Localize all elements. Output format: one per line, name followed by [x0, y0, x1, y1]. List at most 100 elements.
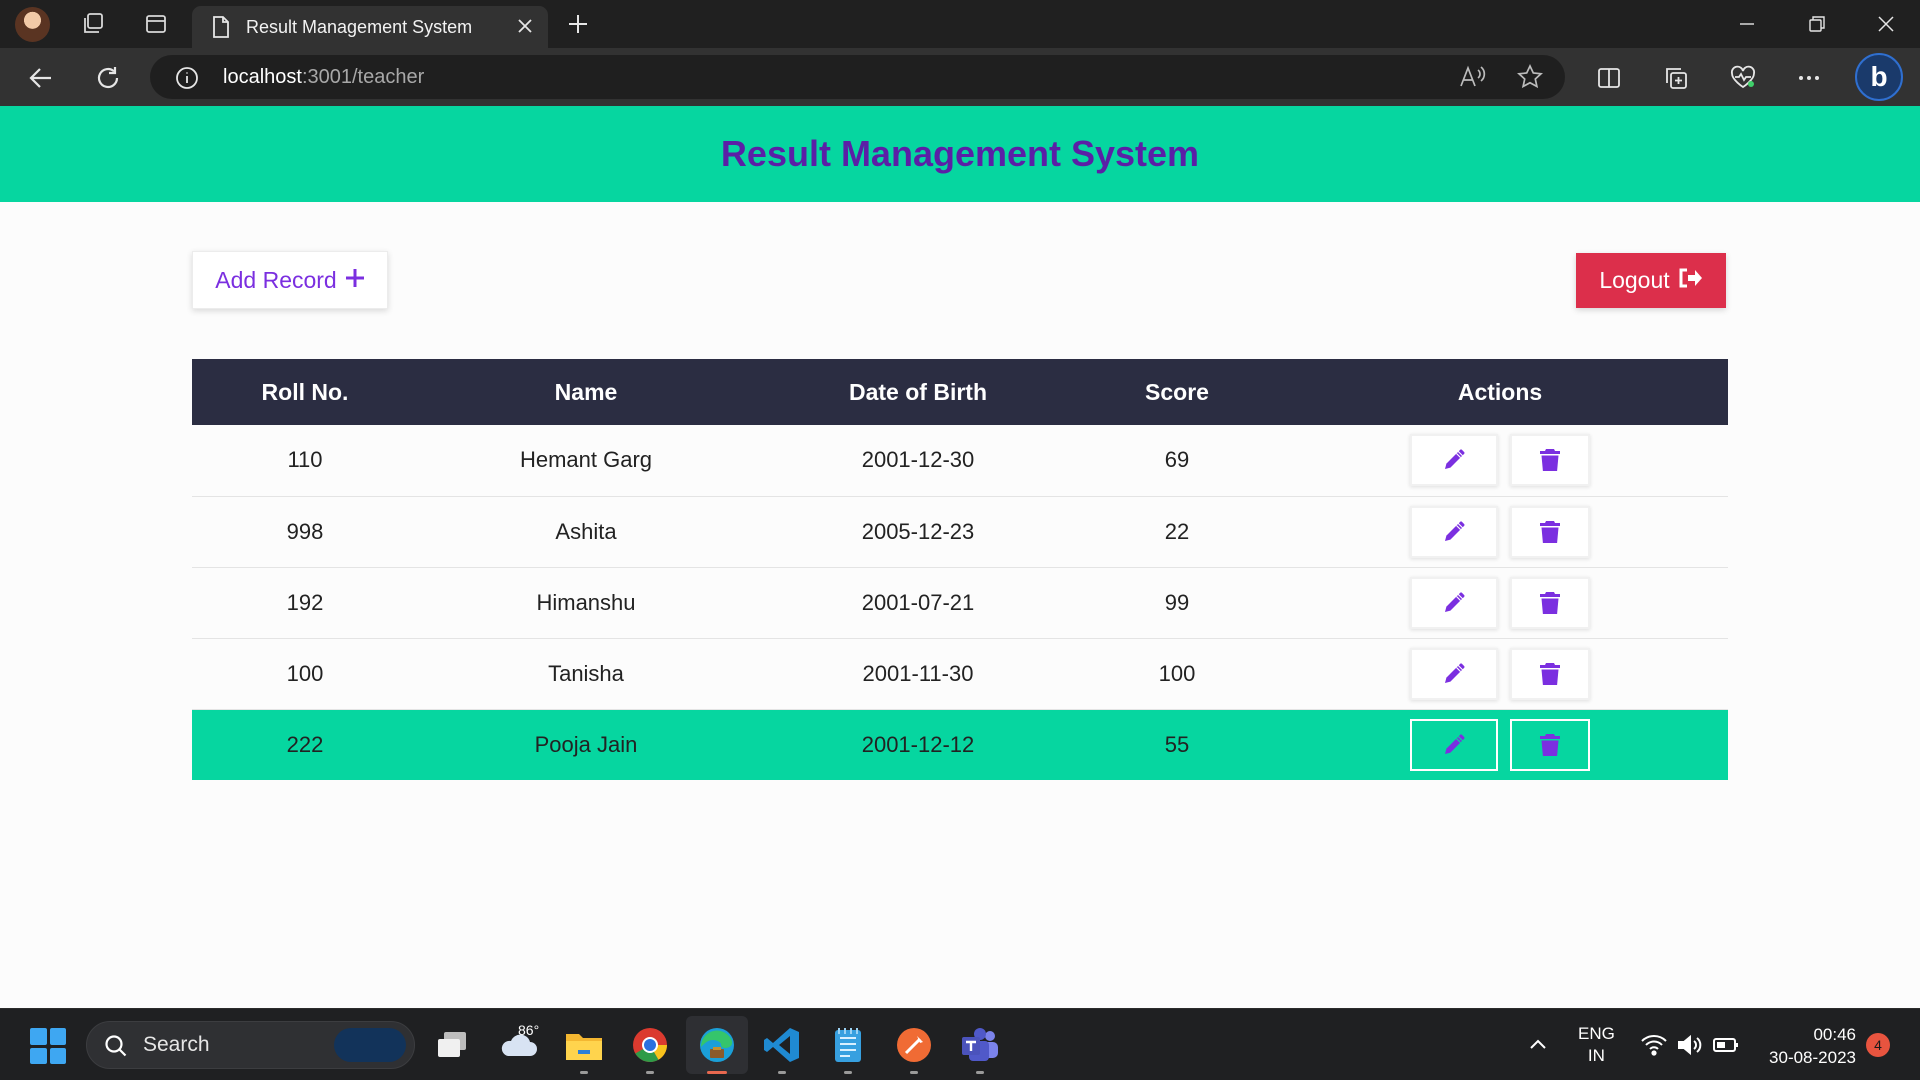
- language-code: ENG: [1578, 1024, 1615, 1043]
- back-arrow-icon[interactable]: [24, 61, 58, 95]
- close-window-icon[interactable]: [1870, 8, 1902, 40]
- more-options-icon[interactable]: [1792, 61, 1826, 95]
- cell-name: Pooja Jain: [534, 731, 638, 757]
- cell-roll-no: 110: [287, 447, 323, 473]
- table-row: 192 Himanshu 2001-07-21 99: [192, 567, 1728, 638]
- records-table: Roll No. Name Date of Birth Score Action…: [192, 359, 1728, 780]
- edit-button[interactable]: [1410, 718, 1498, 771]
- sign-out-icon: [1677, 267, 1703, 295]
- app-header: Result Management System: [0, 106, 1920, 202]
- close-tab-icon[interactable]: [514, 15, 536, 41]
- plus-icon: [345, 267, 365, 294]
- delete-button[interactable]: [1510, 647, 1590, 700]
- header-date-of-birth: Date of Birth: [849, 378, 987, 405]
- minimize-icon[interactable]: [1731, 8, 1763, 40]
- bing-letter: b: [1870, 61, 1888, 92]
- cell-score: 100: [1158, 660, 1196, 686]
- tab-title: Result Management System: [246, 17, 473, 37]
- trash-icon: [1540, 520, 1560, 543]
- cell-date-of-birth: 2005-12-23: [861, 518, 975, 544]
- browser-essentials-icon[interactable]: [1726, 61, 1760, 95]
- cell-roll-no: 192: [286, 589, 324, 615]
- header-score: Score: [1145, 378, 1209, 405]
- windows-start-icon[interactable]: [30, 1028, 66, 1064]
- postman-icon[interactable]: [892, 1023, 936, 1074]
- delete-button[interactable]: [1510, 505, 1590, 558]
- cell-roll-no: 222: [286, 731, 324, 757]
- search-label: Search: [143, 1033, 210, 1056]
- url-path: :3001/teacher: [301, 66, 425, 88]
- table-row-highlighted: 222 Pooja Jain 2001-12-12 55: [192, 709, 1728, 780]
- trash-icon: [1540, 733, 1560, 756]
- edit-button[interactable]: [1410, 505, 1498, 558]
- delete-button[interactable]: [1510, 718, 1590, 771]
- language-indicator[interactable]: ENG IN: [1578, 1023, 1615, 1067]
- cell-score: 69: [1164, 447, 1190, 473]
- url-host: localhost: [223, 66, 302, 88]
- site-info-icon[interactable]: [174, 65, 200, 95]
- split-screen-icon[interactable]: [1592, 61, 1626, 95]
- edit-button[interactable]: [1410, 647, 1498, 700]
- trash-icon: [1540, 662, 1560, 685]
- windows-taskbar: Search 86° ENG IN 00:46 30-08-2023 4: [0, 1008, 1920, 1080]
- browser-tab-bar: Result Management System: [0, 0, 1920, 48]
- show-hidden-icons-chevron-up-icon[interactable]: [1516, 1023, 1560, 1067]
- taskbar-search[interactable]: Search: [86, 1021, 415, 1069]
- delete-button[interactable]: [1510, 434, 1590, 487]
- edit-button[interactable]: [1410, 434, 1498, 487]
- bing-copilot-icon[interactable]: b: [1855, 53, 1903, 101]
- cell-name: Himanshu: [536, 589, 636, 615]
- file-explorer-icon[interactable]: [562, 1023, 606, 1074]
- table-row: 998 Ashita 2005-12-23 22: [192, 496, 1728, 567]
- clock-time: 00:46: [1813, 1025, 1856, 1044]
- pencil-icon: [1445, 520, 1465, 541]
- system-clock[interactable]: 00:46 30-08-2023: [1760, 1023, 1856, 1069]
- edge-browser-icon[interactable]: [695, 1023, 739, 1074]
- collections-icon[interactable]: [77, 8, 109, 40]
- tab-actions-icon[interactable]: [140, 8, 172, 40]
- row-actions: [1272, 647, 1728, 700]
- notification-badge[interactable]: 4: [1866, 1033, 1890, 1057]
- logout-button[interactable]: Logout: [1576, 253, 1726, 308]
- cell-date-of-birth: 2001-12-30: [861, 447, 975, 473]
- browser-toolbar: localhost:3001/teacher b: [0, 48, 1920, 106]
- pencil-icon: [1445, 734, 1465, 754]
- search-highlight-icon: [334, 1028, 406, 1062]
- vscode-icon[interactable]: [760, 1023, 804, 1074]
- notepad-icon[interactable]: [826, 1023, 870, 1074]
- battery-icon[interactable]: [1704, 1023, 1748, 1067]
- pencil-icon: [1445, 449, 1465, 470]
- active-tab[interactable]: Result Management System: [192, 6, 548, 48]
- page-title: Result Management System: [720, 133, 1200, 174]
- edit-button[interactable]: [1410, 576, 1498, 629]
- url-text[interactable]: localhost:3001/teacher: [223, 66, 424, 89]
- favorite-star-icon[interactable]: [1517, 64, 1543, 94]
- collections-add-icon[interactable]: [1659, 61, 1693, 95]
- teams-icon[interactable]: [958, 1023, 1002, 1074]
- cell-actions: [1272, 567, 1728, 638]
- cell-score: 99: [1164, 589, 1190, 615]
- header-roll-no: Roll No.: [261, 378, 349, 405]
- table-header-row: Roll No. Name Date of Birth Score Action…: [192, 359, 1728, 425]
- pencil-icon: [1445, 591, 1465, 612]
- cell-actions: [1272, 496, 1728, 567]
- new-tab-icon[interactable]: [562, 8, 594, 40]
- add-record-label: Add Record: [215, 266, 337, 293]
- task-view-icon[interactable]: [430, 1023, 474, 1067]
- restore-icon[interactable]: [1801, 8, 1833, 40]
- address-bar[interactable]: localhost:3001/teacher: [150, 55, 1565, 99]
- table-row: 110 Hemant Garg 2001-12-30 69: [192, 425, 1728, 496]
- logout-label: Logout: [1599, 267, 1670, 293]
- chrome-icon[interactable]: [628, 1023, 672, 1074]
- cell-name: Tanisha: [548, 660, 624, 686]
- profile-avatar[interactable]: [15, 7, 50, 42]
- region-code: IN: [1587, 1046, 1605, 1065]
- trash-icon: [1540, 449, 1560, 472]
- delete-button[interactable]: [1510, 576, 1590, 629]
- read-aloud-icon[interactable]: [1458, 64, 1486, 94]
- row-actions: [1272, 505, 1728, 558]
- refresh-icon[interactable]: [91, 61, 125, 95]
- pencil-icon: [1445, 662, 1465, 683]
- add-record-button[interactable]: Add Record: [192, 251, 388, 309]
- cell-actions: [1272, 709, 1728, 780]
